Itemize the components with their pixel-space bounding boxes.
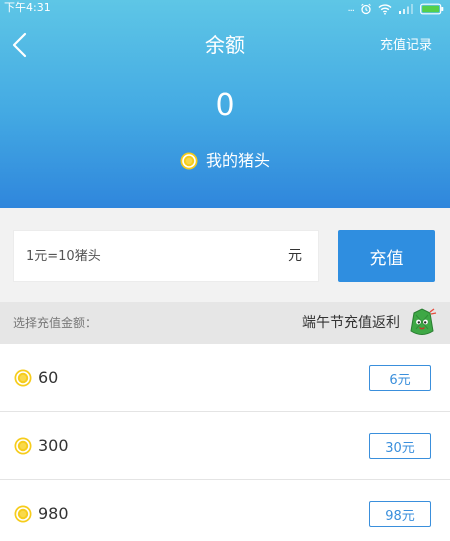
wifi-icon (378, 4, 392, 15)
balance-header: 下午4:31 ... 余额 充值记录 0 我的猪头 (0, 0, 450, 208)
amount-field[interactable]: 元 (13, 230, 319, 282)
coin-icon (180, 152, 198, 170)
wallet-label-text: 我的猪头 (205, 151, 270, 170)
coin-icon (14, 369, 32, 387)
recharge-history-link[interactable]: 充值记录 (380, 36, 432, 56)
amount-section-header: 选择充值金额： 端午节充值返利 (0, 302, 450, 344)
recharge-input-row: 元 充值 (0, 208, 450, 300)
zongzi-icon[interactable] (406, 307, 438, 339)
promo-banner-text[interactable]: 端午节充值返利 (302, 302, 400, 344)
signal-icon (399, 4, 413, 14)
balance-value: 0 (215, 88, 235, 123)
my-wallet-label: 我的猪头 (0, 150, 450, 172)
chevron-left-icon[interactable] (8, 30, 32, 60)
package-amount: 60 (38, 368, 59, 387)
battery-icon (420, 3, 444, 15)
status-icons: ... (347, 1, 444, 17)
amount-input[interactable] (26, 231, 266, 281)
status-dots: ... (347, 3, 354, 14)
status-bar: 下午4:31 ... (0, 0, 450, 16)
package-amount: 300 (38, 436, 69, 455)
coin-icon (14, 437, 32, 455)
package-list: 60 6元 300 30元 980 98元 (0, 344, 450, 541)
price-button[interactable]: 30元 (369, 433, 431, 459)
select-amount-label: 选择充值金额： (13, 316, 98, 330)
recharge-page: 下午4:31 ... 余额 充值记录 0 我的猪头 1元=10猪头 元 充值 选… (0, 0, 450, 541)
price-button[interactable]: 6元 (369, 365, 431, 391)
package-item-300[interactable]: 300 30元 (0, 412, 450, 480)
package-item-60[interactable]: 60 6元 (0, 344, 450, 412)
status-time: 下午4:31 (4, 1, 51, 14)
recharge-button[interactable]: 充值 (338, 230, 435, 282)
alarm-icon (361, 3, 371, 15)
price-button[interactable]: 98元 (369, 501, 431, 527)
coin-icon (14, 505, 32, 523)
currency-unit-label: 元 (288, 248, 302, 264)
package-amount: 980 (38, 504, 69, 523)
package-item-980[interactable]: 980 98元 (0, 480, 450, 541)
